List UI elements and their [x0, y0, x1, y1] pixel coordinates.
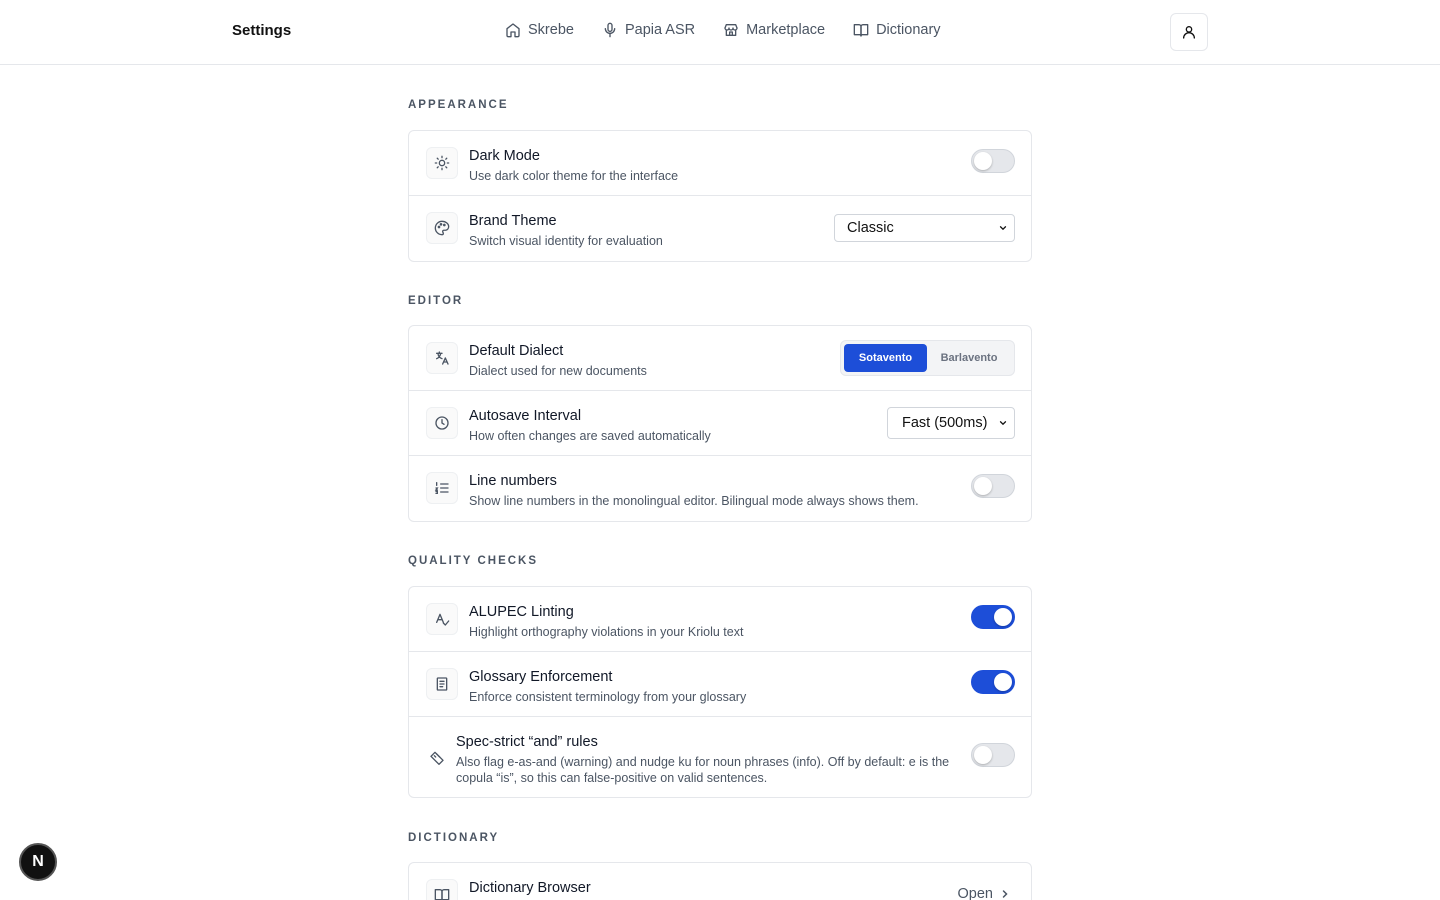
setting-title: Dark Mode [469, 148, 540, 164]
setting-brand-theme: Brand Theme Switch visual identity for e… [409, 196, 1031, 261]
setting-title: Autosave Interval [469, 408, 582, 424]
appearance-card: Dark Mode Use dark color theme for the i… [408, 130, 1032, 262]
dialect-option-barlavento[interactable]: Barlavento [927, 344, 1011, 372]
setting-description: How often changes are saved automaticall… [469, 429, 711, 443]
setting-line-numbers: Line numbers Show line numbers in the mo… [409, 456, 1031, 521]
line-numbers-toggle[interactable] [971, 474, 1015, 498]
quality-checks-card: ALUPEC Linting Highlight orthography vio… [408, 586, 1032, 798]
setting-description: Dialect used for new documents [469, 364, 647, 378]
autosave-select[interactable]: Fast (500ms) [887, 407, 1015, 439]
setting-title: Default Dialect [469, 343, 564, 359]
palette-icon [426, 212, 458, 244]
setting-alupec-linting: ALUPEC Linting Highlight orthography vio… [409, 587, 1031, 652]
fab-label: N [32, 853, 44, 870]
user-icon [1183, 26, 1195, 39]
nav-label: Marketplace [746, 22, 826, 38]
nav-item-skrebe[interactable]: Skrebe [505, 22, 574, 38]
setting-description: Highlight orthography violations in your… [469, 625, 744, 639]
nav-item-marketplace[interactable]: Marketplace [723, 22, 825, 38]
chevron-down-icon [999, 421, 1007, 426]
dev-tools-button[interactable]: N [19, 843, 57, 881]
setting-autosave-interval: Autosave Interval How often changes are … [409, 391, 1031, 456]
setting-dark-mode: Dark Mode Use dark color theme for the i… [409, 131, 1031, 196]
setting-dictionary-browser[interactable]: Dictionary Browser Open [409, 863, 1031, 900]
chevron-right-icon [1002, 890, 1008, 898]
spec-strict-toggle[interactable] [971, 743, 1015, 767]
setting-title: ALUPEC Linting [469, 604, 574, 620]
book-text-icon [426, 668, 458, 700]
chevron-down-icon [999, 226, 1007, 231]
nav-item-papia-asr[interactable]: Papia ASR [602, 22, 695, 38]
setting-description: Enforce consistent terminology from your… [469, 690, 747, 704]
nav-item-dictionary[interactable]: Dictionary [853, 22, 941, 38]
setting-description: Switch visual identity for evaluation [469, 234, 663, 248]
section-title-editor: EDITOR [408, 295, 464, 307]
select-value: Classic [847, 220, 894, 236]
dialect-segmented-control: Sotavento Barlavento [840, 340, 1015, 376]
select-value: Fast (500ms) [902, 415, 988, 431]
section-title-dictionary: DICTIONARY [408, 832, 500, 844]
top-bar: Settings Skrebe Papia ASR Marketplace Di… [0, 0, 1440, 65]
setting-spec-strict-rules: Spec-strict “and” rules Also flag e-as-a… [409, 717, 1031, 797]
editor-card: Default Dialect Dialect used for new doc… [408, 325, 1032, 522]
profile-button[interactable] [1170, 13, 1208, 51]
dialect-option-sotavento[interactable]: Sotavento [844, 344, 927, 372]
setting-title: Brand Theme [469, 213, 557, 229]
list-ordered-icon [426, 472, 458, 504]
sun-icon [426, 147, 458, 179]
open-label: Open [957, 886, 993, 900]
setting-description: Show line numbers in the monolingual edi… [469, 494, 919, 508]
section-title-appearance: APPEARANCE [408, 99, 509, 111]
open-dictionary-link[interactable]: Open [958, 886, 1011, 900]
clock-icon [426, 407, 458, 439]
main-nav: Skrebe Papia ASR Marketplace Dictionary [505, 22, 941, 38]
setting-title: Glossary Enforcement [469, 669, 613, 685]
setting-glossary-enforcement: Glossary Enforcement Enforce consistent … [409, 652, 1031, 717]
setting-default-dialect: Default Dialect Dialect used for new doc… [409, 326, 1031, 391]
setting-title: Spec-strict “and” rules [456, 734, 598, 750]
setting-title: Line numbers [469, 473, 557, 489]
nav-label: Dictionary [876, 22, 941, 38]
setting-description: Also flag e-as-and (warning) and nudge k… [456, 755, 950, 785]
translate-icon [426, 342, 458, 374]
nav-label: Skrebe [528, 22, 574, 38]
page-title: Settings [232, 22, 292, 39]
alupec-linting-toggle[interactable] [971, 605, 1015, 629]
microphone-icon [604, 22, 616, 38]
ruler-icon [421, 741, 453, 773]
dictionary-card: Dictionary Browser Open [408, 862, 1032, 900]
dark-mode-toggle[interactable] [971, 149, 1015, 173]
setting-description: Use dark color theme for the interface [469, 169, 679, 183]
spell-check-icon [426, 603, 458, 635]
book-icon [426, 879, 458, 900]
store-icon [724, 24, 738, 36]
home-icon [506, 23, 520, 38]
glossary-enforcement-toggle[interactable] [971, 670, 1015, 694]
book-icon [853, 24, 869, 37]
nav-label: Papia ASR [624, 22, 696, 38]
section-title-quality-checks: QUALITY CHECKS [408, 555, 539, 567]
brand-theme-select[interactable]: Classic [834, 214, 1015, 242]
setting-title: Dictionary Browser [469, 880, 591, 896]
